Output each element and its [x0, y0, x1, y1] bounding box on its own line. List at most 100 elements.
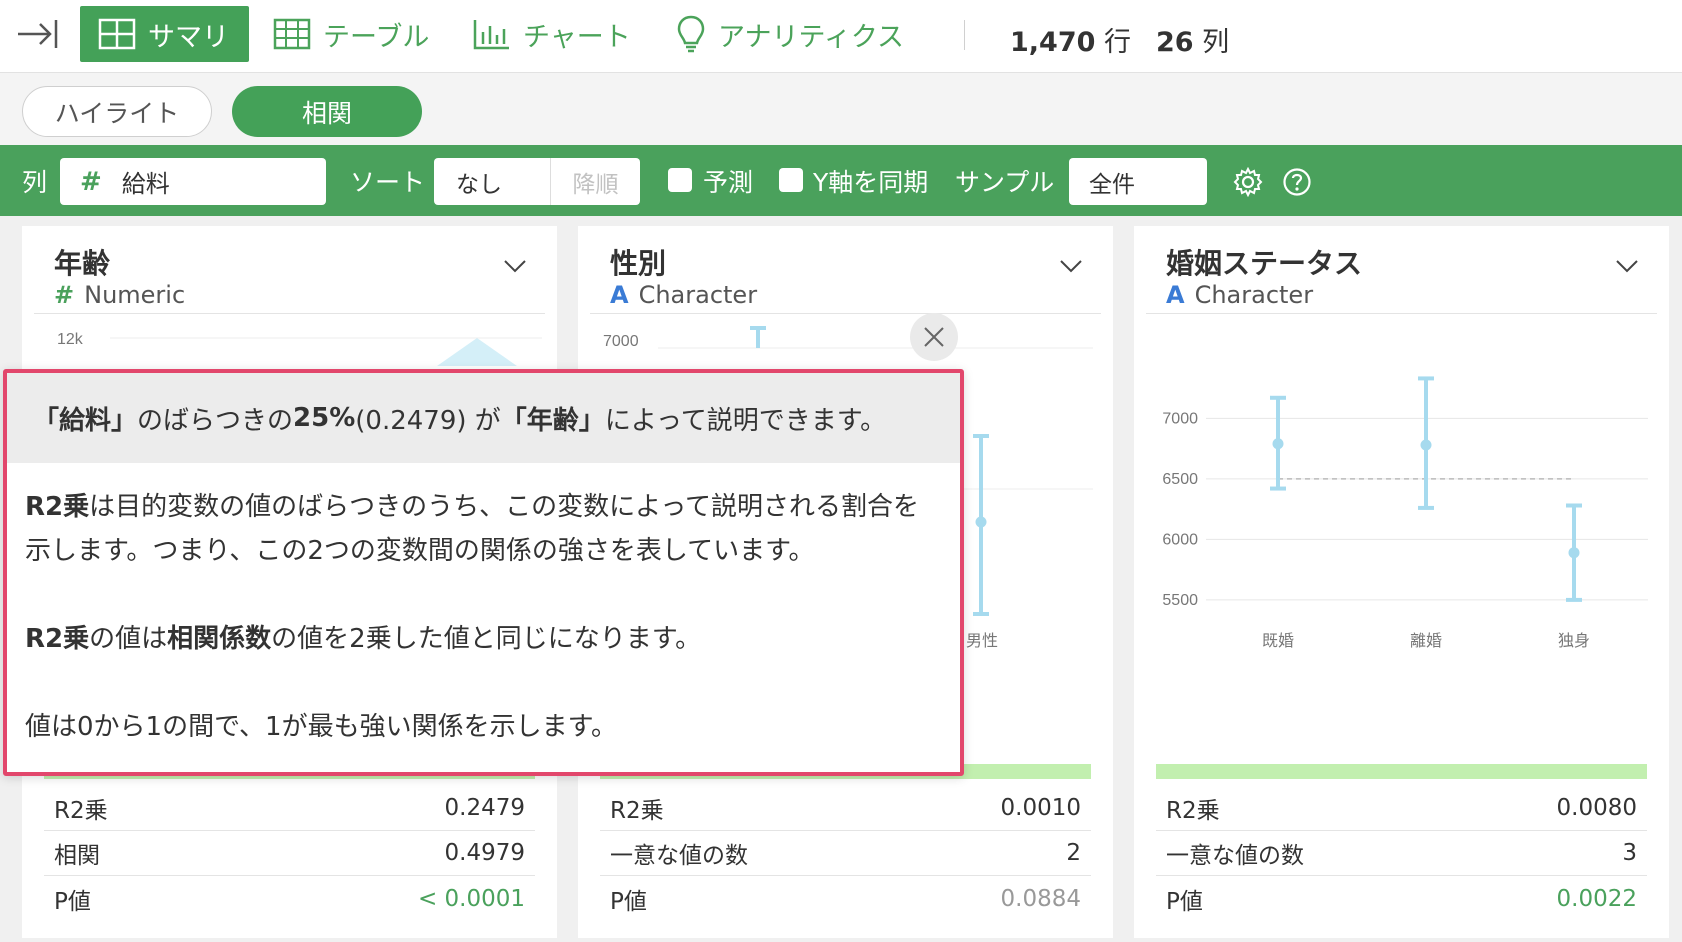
stat-value: 3 [1622, 840, 1637, 866]
bar-chart-icon [473, 20, 509, 50]
stat-row-correlation: 相関 0.4979 [44, 831, 535, 876]
tooltip-summary: 「給料」 のばらつきの 25% (0.2479) が「年齢」 によって説明できます。 [7, 373, 960, 463]
tab-analytics-label: アナリティクス [718, 21, 905, 53]
y-tick-label: 7000 [1162, 410, 1198, 427]
y-tick-label: 6500 [1162, 471, 1198, 488]
highlight-tab[interactable]: ハイライト [22, 86, 212, 137]
character-type-icon: A [1166, 281, 1185, 309]
stat-value: 0.0080 [1556, 795, 1637, 821]
correlation-toolbar: 列 # 給料 ソート なし 降順 予測 Y軸を同期 サンプル 全件 [0, 145, 1682, 216]
stat-value: 0.0884 [1000, 885, 1081, 912]
close-icon [924, 327, 944, 347]
card-type: # Numeric [54, 281, 185, 309]
stat-label: 一意な値の数 [610, 843, 748, 869]
tab-analytics[interactable]: アナリティクス [676, 6, 904, 62]
card-type: A Character [1166, 281, 1313, 309]
sample-select[interactable]: 全件 [1069, 158, 1207, 205]
sort-none-button[interactable]: なし [434, 158, 551, 205]
help-icon[interactable] [1282, 167, 1312, 197]
chevron-down-icon[interactable] [1059, 258, 1083, 274]
r2-explanation-tooltip: 「給料」 のばらつきの 25% (0.2479) が「年齢」 によって説明できます。 … [3, 369, 964, 776]
tooltip-term: R2乗 [25, 492, 90, 522]
card-title: 性別 [610, 247, 667, 280]
stat-value: 0.0022 [1556, 885, 1637, 912]
card-header: 年齢 # Numeric [34, 226, 545, 314]
stat-value: < 0.0001 [417, 885, 525, 912]
mean-point [1272, 438, 1284, 450]
chevron-down-icon[interactable] [1615, 258, 1639, 274]
tab-chart-label: チャート [523, 21, 631, 53]
tab-summary-label: サマリ [148, 21, 229, 53]
stat-label: P値 [1166, 888, 1203, 915]
row-count: 1,470 行 [1010, 20, 1131, 59]
predict-label: 予測 [703, 167, 754, 197]
stat-row-p-value: P値 0.0884 [600, 876, 1091, 921]
x-tick-label: 離婚 [1410, 632, 1442, 650]
mean-point [975, 516, 987, 528]
correlation-tab[interactable]: 相関 [232, 86, 422, 137]
predict-checkbox[interactable] [668, 168, 692, 192]
density-shape [437, 338, 517, 366]
tooltip-term: 相関係数 [167, 624, 272, 654]
row-count-unit: 行 [1104, 27, 1131, 58]
tooltip-text: は目的変数の値のばらつきのうち、この変数によって説明される割合を示します。つまり… [25, 492, 920, 566]
sub-tab-bar: ハイライト 相関 [0, 73, 1682, 145]
card-type-label: Numeric [84, 281, 186, 309]
stat-value: 0.4979 [444, 840, 525, 866]
character-type-icon: A [610, 281, 629, 309]
target-column-select[interactable]: # 給料 [60, 158, 326, 205]
gear-icon[interactable] [1233, 167, 1263, 197]
column-label: 列 [22, 167, 48, 197]
stat-label: R2乗 [1166, 798, 1220, 824]
stat-value: 0.0010 [1000, 795, 1081, 821]
tooltip-body: R2乗は目的変数の値のばらつきのうち、この変数によって説明される割合を示します。… [7, 463, 960, 749]
card-title: 年齢 [54, 247, 111, 280]
stat-row-p-value: P値 < 0.0001 [44, 876, 535, 921]
column-count: 26 列 [1156, 20, 1229, 59]
tab-chart[interactable]: チャート [473, 6, 631, 62]
sync-y-axis-checkbox[interactable] [779, 168, 803, 192]
row-count-value: 1,470 [1010, 27, 1096, 58]
sort-toggle: なし 降順 [434, 158, 640, 205]
tooltip-text: によって説明できます。 [604, 405, 887, 436]
x-tick-label: 独身 [1558, 632, 1590, 650]
stat-label: 一意な値の数 [1166, 843, 1304, 869]
card-type-label: Character [1194, 281, 1314, 309]
tab-summary[interactable]: サマリ [80, 6, 249, 62]
x-tick-label: 既婚 [1262, 632, 1294, 650]
marital-status-chart: 5500 6000 6500 7000 既婚 離婚 独身 [1162, 376, 1648, 650]
tooltip-text: の値は [89, 624, 168, 654]
tooltip-paragraph: R2乗は目的変数の値のばらつきのうち、この変数によって説明される割合を示します。… [25, 485, 942, 573]
tooltip-text: のばらつきの [137, 405, 294, 436]
card-type-label: Character [638, 281, 758, 309]
card-type: A Character [610, 281, 757, 309]
tab-table-label: テーブル [323, 21, 430, 53]
tab-table[interactable]: テーブル [273, 6, 429, 62]
top-bar: サマリ テーブル チャート アナリティクス 1,470 行 26 列 [0, 0, 1682, 73]
numeric-type-icon: # [54, 281, 75, 309]
collapse-panel-icon[interactable] [16, 16, 60, 52]
card-header: 婚姻ステータス A Character [1146, 226, 1657, 314]
table-icon [273, 18, 311, 50]
stat-label: P値 [610, 888, 647, 915]
tooltip-paragraph: R2乗の値は相関係数の値を2乗した値と同じになります。 [25, 617, 942, 661]
stat-label: P値 [54, 888, 91, 915]
stat-label: 相関 [54, 843, 100, 869]
tooltip-text: (0.2479) が [355, 405, 501, 436]
chevron-down-icon[interactable] [503, 258, 527, 274]
stat-label: R2乗 [54, 798, 108, 824]
y-tick-label: 6000 [1162, 531, 1198, 548]
lightbulb-icon [677, 15, 705, 53]
close-tooltip-button[interactable] [910, 313, 958, 361]
variable-card-marital-status: 婚姻ステータス A Character 5500 6000 6500 7000 既婚 離婚 独… [1134, 226, 1669, 938]
divider [964, 20, 965, 50]
explained-percent: 25% [293, 403, 356, 433]
correlation-strength-bar [1156, 764, 1647, 779]
target-column-value: 給料 [121, 170, 170, 198]
sync-y-axis-label: Y軸を同期 [813, 167, 929, 197]
y-tick-label: 12k [57, 331, 84, 348]
tooltip-term: R2乗 [25, 624, 90, 654]
stat-row-p-value: P値 0.0022 [1156, 876, 1647, 921]
sort-desc-button[interactable]: 降順 [551, 158, 640, 205]
y-tick-label: 5500 [1162, 592, 1198, 609]
